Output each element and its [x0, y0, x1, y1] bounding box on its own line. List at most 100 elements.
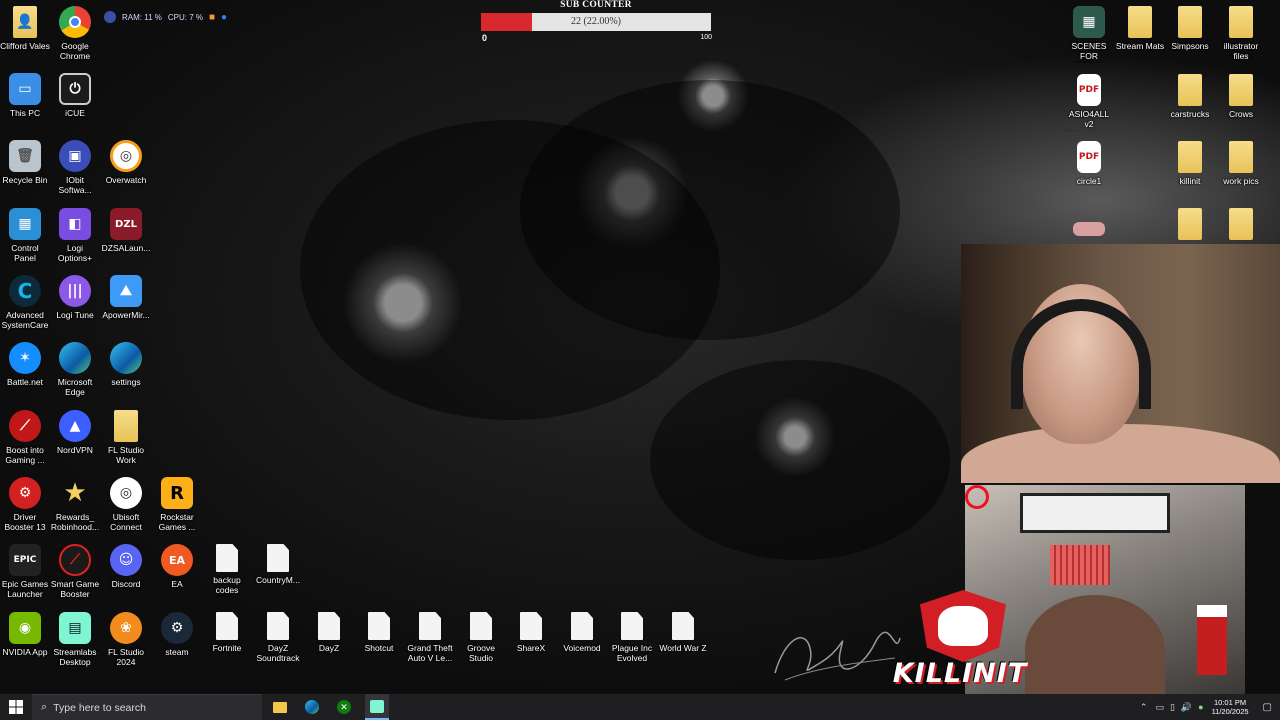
desktop-icon-simpsons[interactable]: Simpsons — [1165, 6, 1215, 51]
taskbar-file-explorer[interactable] — [268, 694, 292, 720]
desktop-icon-nvidia[interactable]: ◉ NVIDIA App — [0, 612, 50, 657]
desktop-icon-label: DayZ — [318, 643, 340, 653]
desktop-icon-logi-options[interactable]: ◧ Logi Options+ — [50, 208, 100, 263]
desktop-icon-carstrucks[interactable]: carstrucks — [1165, 74, 1215, 119]
discord-icon: ☺ — [110, 544, 142, 576]
sub-counter-max: 100 — [700, 34, 712, 41]
desktop-icon-label: Ubisoft Connect — [110, 512, 142, 532]
icue-icon: ⏻ — [59, 73, 91, 105]
desktop-icon-circle1[interactable]: PDF circle1 — [1064, 141, 1114, 186]
desktop-icon-work-pics[interactable]: work pics — [1216, 141, 1266, 186]
desktop-icon-advanced-systemcare[interactable]: C Advanced SystemCare — [0, 275, 50, 330]
desktop-icon-label: circle1 — [1076, 176, 1102, 186]
desktop-icon-ea[interactable]: EA EA — [152, 544, 202, 589]
taskbar-edge[interactable] — [300, 694, 324, 720]
desktop-icon-apowermirror[interactable]: ⛰ ApowerMir... — [101, 275, 151, 320]
chevron-up-icon[interactable]: ⌃ — [1140, 702, 1148, 713]
desktop-icon-battlenet[interactable]: ✶ Battle.net — [0, 342, 50, 387]
desktop-icon-partial-folder-2[interactable] — [1216, 208, 1266, 243]
stats-widget-icon — [104, 11, 116, 23]
desktop-icon-dzsa[interactable]: DZL DZSALaun... — [101, 208, 151, 253]
taskbar-streamlabs[interactable] — [365, 694, 389, 720]
clock[interactable]: 10:01 PM 11/20/2025 — [1212, 698, 1249, 716]
desktop-icon-label: FL Studio Work — [107, 445, 145, 465]
app-tray-icon[interactable]: ● — [1198, 702, 1203, 712]
taskbar-search[interactable]: ⌕ — [32, 694, 262, 720]
sub-counter-bar: 22 (22.00%) — [481, 13, 711, 31]
desktop-icon-this-pc[interactable]: ▭ This PC — [0, 73, 50, 118]
desktop-icon-backup-codes[interactable]: backup codes 2fact... — [202, 544, 252, 597]
desktop-icon-google-chrome[interactable]: Google Chrome — [50, 6, 100, 61]
desktop-icon-overwatch[interactable]: ◎ Overwatch — [101, 140, 151, 185]
desktop-icon-scenes-for-stream[interactable]: ▦ SCENES FOR STREAM — [1064, 6, 1114, 63]
desktop-icon-fl-studio-2024[interactable]: ❀ FL Studio 2024 — [101, 612, 151, 667]
desk-monitor — [1020, 493, 1170, 533]
desktop-icon-label: Shotcut — [364, 643, 394, 653]
start-button[interactable] — [0, 694, 32, 720]
desktop-icon-driver-booster[interactable]: ⚙ Driver Booster 13 — [0, 477, 50, 532]
driver-booster-icon: ⚙ — [9, 477, 41, 509]
desktop-icon-logi-tune[interactable]: ||| Logi Tune — [50, 275, 100, 320]
desktop-icon-rockstar[interactable]: R Rockstar Games ... — [152, 477, 202, 532]
desktop-icon-plague-inc[interactable]: Plague Inc Evolved — [607, 612, 657, 663]
desktop-icon-clifford-vales[interactable]: 👤 Clifford Vales — [0, 6, 50, 51]
desktop-icon-label: ApowerMir... — [102, 310, 150, 320]
desktop-icon-settings[interactable]: settings — [101, 342, 151, 387]
user-folder-icon: 👤 — [13, 6, 37, 38]
folder-icon — [1229, 141, 1253, 173]
desktop-icon-label: iCUE — [65, 108, 85, 118]
crow-silhouette — [650, 360, 950, 560]
desktop-icon-boost-gaming[interactable]: ⟋ Boost into Gaming ... — [0, 410, 50, 465]
desktop-icon-streamlabs[interactable]: ▤ Streamlabs Desktop — [50, 612, 100, 667]
taskbar-xbox[interactable]: ✕ — [332, 694, 356, 720]
desktop-icon-fl-studio-work[interactable]: FL Studio Work — [101, 410, 151, 465]
desktop-icon-recycle-bin[interactable]: 🗑 Recycle Bin — [0, 140, 50, 185]
desktop-icon-icue[interactable]: ⏻ iCUE — [50, 73, 100, 118]
desktop-icon-illustrator-files[interactable]: illustrator files — [1216, 6, 1266, 61]
desktop-icon-partial-folder[interactable] — [1165, 208, 1215, 243]
desktop-icon-control-panel[interactable]: ▦ Control Panel — [0, 208, 50, 263]
desktop-icon-smart-game-booster[interactable]: ⟋ Smart Game Booster — [50, 544, 100, 599]
desktop-icon-groove-studio[interactable]: Groove Studio — [456, 612, 506, 663]
desktop-icon-epic-games[interactable]: EPIC Epic Games Launcher — [0, 544, 50, 599]
folder-icon — [1229, 6, 1253, 38]
desktop-icon-world-war-z[interactable]: World War Z — [658, 612, 708, 653]
desktop-icon-rewards-robinhood[interactable]: ★ Rewards_ Robinhood... — [50, 477, 100, 532]
display-icon[interactable]: ▯ — [1170, 702, 1175, 713]
desktop-icon-countrym[interactable]: CountryM... — [253, 544, 303, 585]
desktop-icon-label: SCENES FOR STREAM — [1071, 41, 1107, 63]
folder-icon — [114, 410, 138, 442]
desktop-icon-partial[interactable] — [1064, 214, 1114, 239]
desktop-icon-microsoft-edge[interactable]: Microsoft Edge — [50, 342, 100, 397]
desktop-icon-label: killinit — [1179, 176, 1201, 186]
desktop-icon-crows[interactable]: Crows — [1216, 74, 1266, 119]
network-icon[interactable]: ▭ — [1155, 702, 1164, 713]
desktop-icon-asio4all[interactable]: PDF ASIO4ALL v2 Instruction... — [1064, 74, 1114, 131]
battlenet-icon: ✶ — [9, 342, 41, 374]
desktop-icon-steam[interactable]: ⚙ steam — [152, 612, 202, 657]
desktop-icon-killinit[interactable]: killinit — [1165, 141, 1215, 186]
desktop-icon-label: Battle.net — [7, 377, 43, 387]
desktop-icon-ubisoft[interactable]: ◎ Ubisoft Connect — [101, 477, 151, 532]
desktop-icon-dayz-soundtrack[interactable]: DayZ Soundtrack — [253, 612, 303, 663]
search-input[interactable] — [53, 701, 244, 714]
desktop-icon-sharex[interactable]: ShareX — [506, 612, 556, 653]
notification-icon[interactable]: ▢ — [1263, 702, 1272, 713]
desktop-icon-shotcut[interactable]: Shotcut — [354, 612, 404, 653]
desktop-icon-nordvpn[interactable]: ▲ NordVPN — [50, 410, 100, 455]
desktop-icon-voicemod[interactable]: Voicemod — [557, 612, 607, 653]
desktop-icon-stream-mats[interactable]: Stream Mats — [1115, 6, 1165, 51]
desktop-icon-label: carstrucks — [1170, 109, 1210, 119]
desktop-icon-iobit[interactable]: ▣ IObit Softwa... — [50, 140, 100, 195]
desktop-icon-discord[interactable]: ☺ Discord — [101, 544, 151, 589]
desktop-icon-label: Simpsons — [1171, 41, 1209, 51]
desktop-icon-label: Recycle Bin — [2, 175, 48, 185]
desktop-icon-dayz[interactable]: DayZ — [304, 612, 354, 653]
control-panel-icon: ▦ — [9, 208, 41, 240]
arrow-circle-icon: ● — [221, 11, 228, 23]
overwatch-icon: ◎ — [110, 140, 142, 172]
volume-icon[interactable]: 🔊 — [1181, 702, 1192, 713]
desktop-icon-label: This PC — [9, 108, 41, 118]
desktop-icon-fortnite[interactable]: Fortnite — [202, 612, 252, 653]
desktop-icon-gta-v[interactable]: Grand Theft Auto V Le... — [405, 612, 455, 663]
